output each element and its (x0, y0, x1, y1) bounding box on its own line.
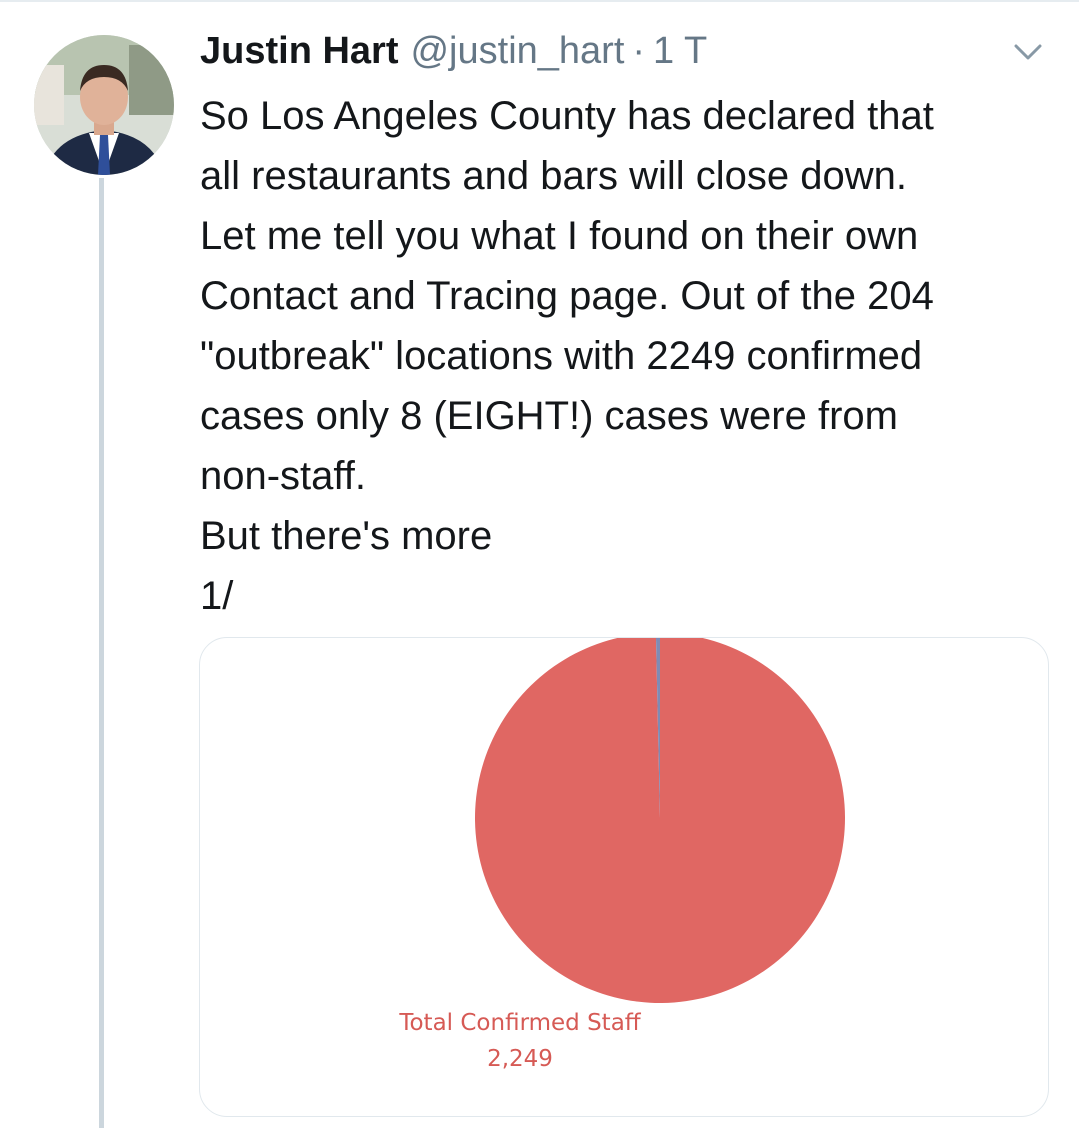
author-handle[interactable]: @justin_hart (410, 30, 624, 73)
pie-slice-label: Total Confirmed Staff (399, 1010, 641, 1036)
pie-chart (475, 638, 845, 1003)
tweet-media-card[interactable]: Total Confirmed Staff 2,249 (199, 637, 1049, 1117)
tweet-text-line: non-staff. (200, 454, 367, 498)
author-name[interactable]: Justin Hart (200, 30, 398, 73)
tweet-text-line: all restaurants and bars will close down… (200, 154, 908, 198)
pie-slice-value: 2,249 (487, 1046, 553, 1072)
profile-photo-icon (34, 35, 174, 175)
thread-line (99, 178, 104, 1128)
top-divider (0, 0, 1079, 2)
tweet-text-line: cases only 8 (EIGHT!) cases were from (200, 394, 898, 438)
tweet-timestamp[interactable]: 1 T (653, 30, 707, 73)
tweet-text-line: Let me tell you what I found on their ow… (200, 214, 919, 258)
tweet-text-line: But there's more (200, 514, 493, 558)
tweet-text-line: So Los Angeles County has declared that (200, 94, 934, 138)
tweet-text-line: Contact and Tracing page. Out of the 204 (200, 274, 934, 318)
tweet-text: So Los Angeles County has declared that … (200, 86, 1060, 626)
avatar[interactable] (34, 35, 174, 175)
tweet-text-line: 1/ (200, 574, 234, 618)
tweet-header: Justin Hart @justin_hart · 1 T (200, 30, 707, 84)
chevron-down-icon (1014, 44, 1042, 60)
tweet-text-line: "outbreak" locations with 2249 confirmed (200, 334, 923, 378)
tweet-menu-button[interactable] (1010, 40, 1046, 64)
header-separator: · (632, 30, 646, 72)
